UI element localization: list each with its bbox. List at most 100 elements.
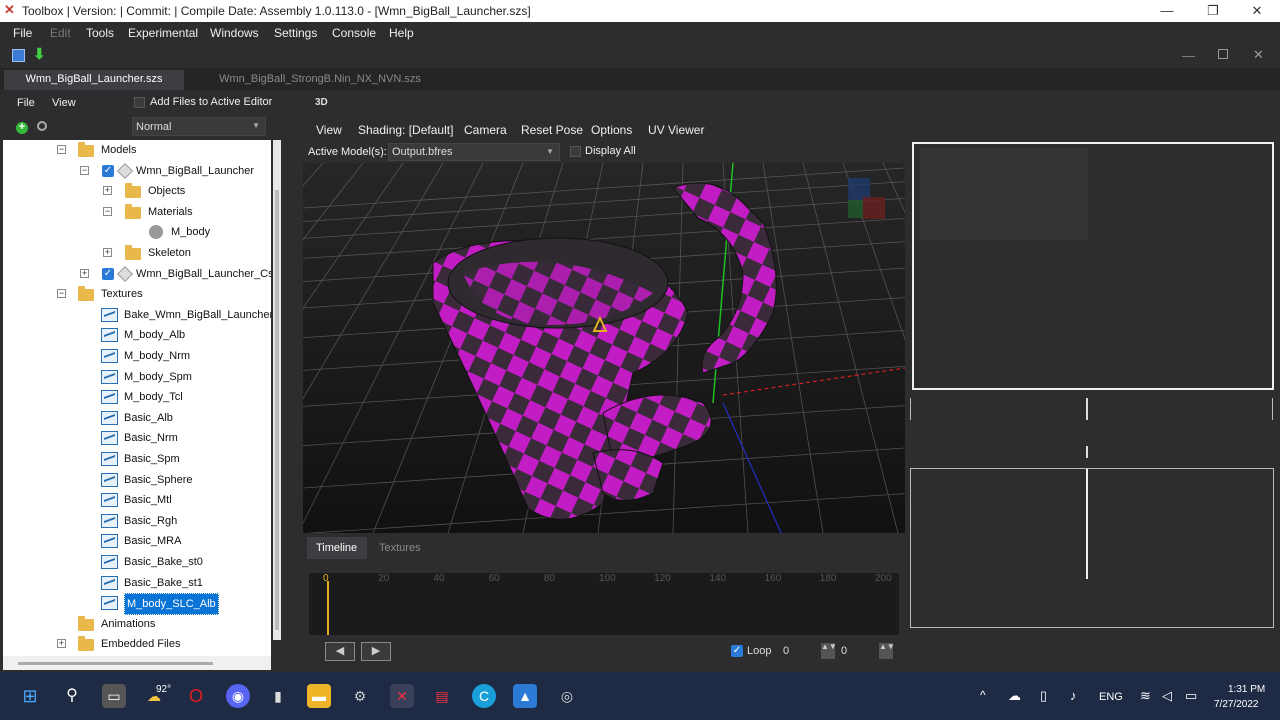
tree-item[interactable]: Basic_Bake_st1 <box>3 573 271 593</box>
viewport-menu-shading[interactable]: Shading: [Default] <box>358 123 453 137</box>
wifi-icon[interactable]: ≋ <box>1140 688 1151 704</box>
explorer-menu-file[interactable]: File <box>17 97 35 109</box>
battery-icon[interactable]: ▭ <box>1185 688 1197 704</box>
language-indicator[interactable]: ENG <box>1099 691 1123 703</box>
notepad-icon[interactable]: ▤ <box>430 684 454 708</box>
tree-item[interactable]: M_body_Nrm <box>3 346 271 366</box>
usb-icon[interactable]: ▯ <box>1040 688 1047 704</box>
active-models-dropdown[interactable]: Output.bfres ▼ <box>388 143 560 161</box>
collapse-icon[interactable]: − <box>80 165 89 175</box>
clock-time[interactable]: 1:31 PM <box>1228 684 1265 695</box>
clock-date[interactable]: 7/27/2022 <box>1214 699 1259 710</box>
tree-item[interactable]: Basic_Rgh <box>3 511 271 531</box>
tree-item[interactable]: − ✓ Wmn_BigBall_Launcher <box>3 161 271 181</box>
viewport-menu-camera[interactable]: Camera <box>464 123 507 137</box>
viewport-menu-uv-viewer[interactable]: UV Viewer <box>648 123 704 137</box>
tree-item[interactable]: Basic_Nrm <box>3 428 271 448</box>
chevron-up-icon[interactable]: ^ <box>980 688 986 702</box>
tree-item[interactable]: + Embedded Files <box>3 634 271 654</box>
timeline-playhead[interactable] <box>327 581 329 635</box>
expand-icon[interactable]: + <box>80 268 89 278</box>
timeline-track[interactable]: 0 20 40 60 80 100 120 140 160 180 200 <box>309 573 899 635</box>
expand-icon[interactable]: + <box>57 639 66 649</box>
collapse-icon[interactable]: − <box>57 289 66 299</box>
loop-value[interactable]: 0 <box>783 645 789 657</box>
splitter-handle[interactable] <box>1086 398 1088 420</box>
scrollbar-thumb[interactable] <box>18 662 213 665</box>
photos-icon[interactable]: ▲ <box>513 684 537 708</box>
doc-minimize-icon[interactable]: — <box>1182 48 1195 63</box>
tree-horizontal-scrollbar[interactable] <box>3 656 271 670</box>
filter-dropdown[interactable]: Normal ▼ <box>132 117 266 136</box>
tree-scroll-thumb[interactable] <box>275 190 279 630</box>
download-arrow-icon[interactable]: ⬇ <box>33 47 46 63</box>
tree-item[interactable]: M_body_Alb <box>3 325 271 345</box>
viewport-menu-reset-pose[interactable]: Reset Pose <box>521 123 583 137</box>
tree-item[interactable]: − Materials <box>3 202 271 222</box>
tab-strongb[interactable]: Wmn_BigBall_StrongB.Nin_NX_NVN.szs <box>190 70 450 90</box>
doc-close-icon[interactable]: ✕ <box>1253 47 1264 63</box>
tab-launcher[interactable]: Wmn_BigBall_Launcher.szs <box>4 70 184 90</box>
previous-frame-button[interactable]: ◀ <box>325 642 355 661</box>
tree-item[interactable]: Basic_MRA <box>3 531 271 551</box>
tree-item[interactable]: Bake_Wmn_BigBall_Launcher_c <box>3 305 271 325</box>
visibility-checkbox[interactable]: ✓ <box>102 164 114 177</box>
microphone-icon[interactable]: ♪ <box>1070 688 1077 703</box>
menu-windows[interactable]: Windows <box>210 26 259 40</box>
tree-item[interactable]: − Textures <box>3 284 271 304</box>
tree-scroll-track[interactable] <box>273 140 281 640</box>
file-explorer-icon[interactable]: ▬ <box>307 684 331 708</box>
expand-icon[interactable]: + <box>103 248 112 257</box>
display-all-checkbox[interactable] <box>570 146 581 157</box>
save-icon[interactable] <box>12 49 25 62</box>
splitter-handle[interactable] <box>1086 446 1088 458</box>
windows-start-icon[interactable]: ⊞ <box>18 684 42 708</box>
settings-gear-icon[interactable]: ⚙ <box>348 684 372 708</box>
tree-item[interactable]: Basic_Sphere <box>3 470 271 490</box>
collapse-icon[interactable]: − <box>103 206 112 216</box>
browser-icon[interactable]: C <box>472 684 496 708</box>
volume-icon[interactable]: ◁ <box>1162 688 1172 704</box>
opera-icon[interactable]: O <box>184 684 208 708</box>
tree-item[interactable]: M_body <box>3 222 271 242</box>
tree-item[interactable]: Basic_Spm <box>3 449 271 469</box>
tab-textures[interactable]: Textures <box>379 542 421 554</box>
tree-item[interactable]: M_body_SLC_Alb <box>3 593 271 616</box>
tree-item[interactable]: Animations <box>3 614 271 634</box>
properties-divider[interactable] <box>1086 469 1088 579</box>
tree-item[interactable]: Basic_Alb <box>3 408 271 428</box>
search-icon[interactable]: ⚲ <box>60 684 84 708</box>
add-icon[interactable]: + <box>16 122 28 134</box>
menu-settings[interactable]: Settings <box>274 26 317 40</box>
menu-experimental[interactable]: Experimental <box>128 26 198 40</box>
menu-help[interactable]: Help <box>389 26 414 40</box>
expand-icon[interactable]: + <box>103 186 112 196</box>
app-icon[interactable]: ▮ <box>266 684 290 708</box>
tree-item[interactable]: M_body_Tcl <box>3 387 271 407</box>
visibility-checkbox[interactable]: ✓ <box>102 267 114 280</box>
frame-value[interactable]: 0 <box>841 645 847 657</box>
minimize-button[interactable]: — <box>1144 0 1190 22</box>
viewport-menu-options[interactable]: Options <box>591 123 632 137</box>
toolbox-icon[interactable]: ✕ <box>390 684 414 708</box>
menu-edit[interactable]: Edit <box>50 26 71 40</box>
loop-checkbox[interactable]: ✓ <box>731 645 743 657</box>
menu-console[interactable]: Console <box>332 26 376 40</box>
collapse-icon[interactable]: − <box>57 145 66 154</box>
add-files-checkbox[interactable] <box>134 97 145 108</box>
close-button[interactable]: ✕ <box>1234 0 1280 22</box>
search-icon[interactable] <box>37 121 47 131</box>
menu-tools[interactable]: Tools <box>86 26 114 40</box>
explorer-menu-view[interactable]: View <box>52 97 76 109</box>
task-view-icon[interactable]: ▭ <box>102 684 126 708</box>
doc-maximize-icon[interactable] <box>1218 49 1228 59</box>
tree-item[interactable]: + Objects <box>3 181 271 201</box>
tree-item[interactable]: + ✓ Wmn_BigBall_Launcher_Cstm <box>3 264 271 284</box>
onedrive-icon[interactable]: ☁ <box>1008 688 1021 704</box>
tree-item[interactable]: Basic_Bake_st0 <box>3 552 271 572</box>
tab-timeline[interactable]: Timeline <box>307 537 367 559</box>
tree-item[interactable]: + Skeleton <box>3 243 271 263</box>
discord-icon[interactable]: ◉ <box>226 684 250 708</box>
frame-stepper-icon[interactable]: ▲▼ <box>821 643 837 659</box>
viewport-menu-view[interactable]: View <box>316 123 342 137</box>
